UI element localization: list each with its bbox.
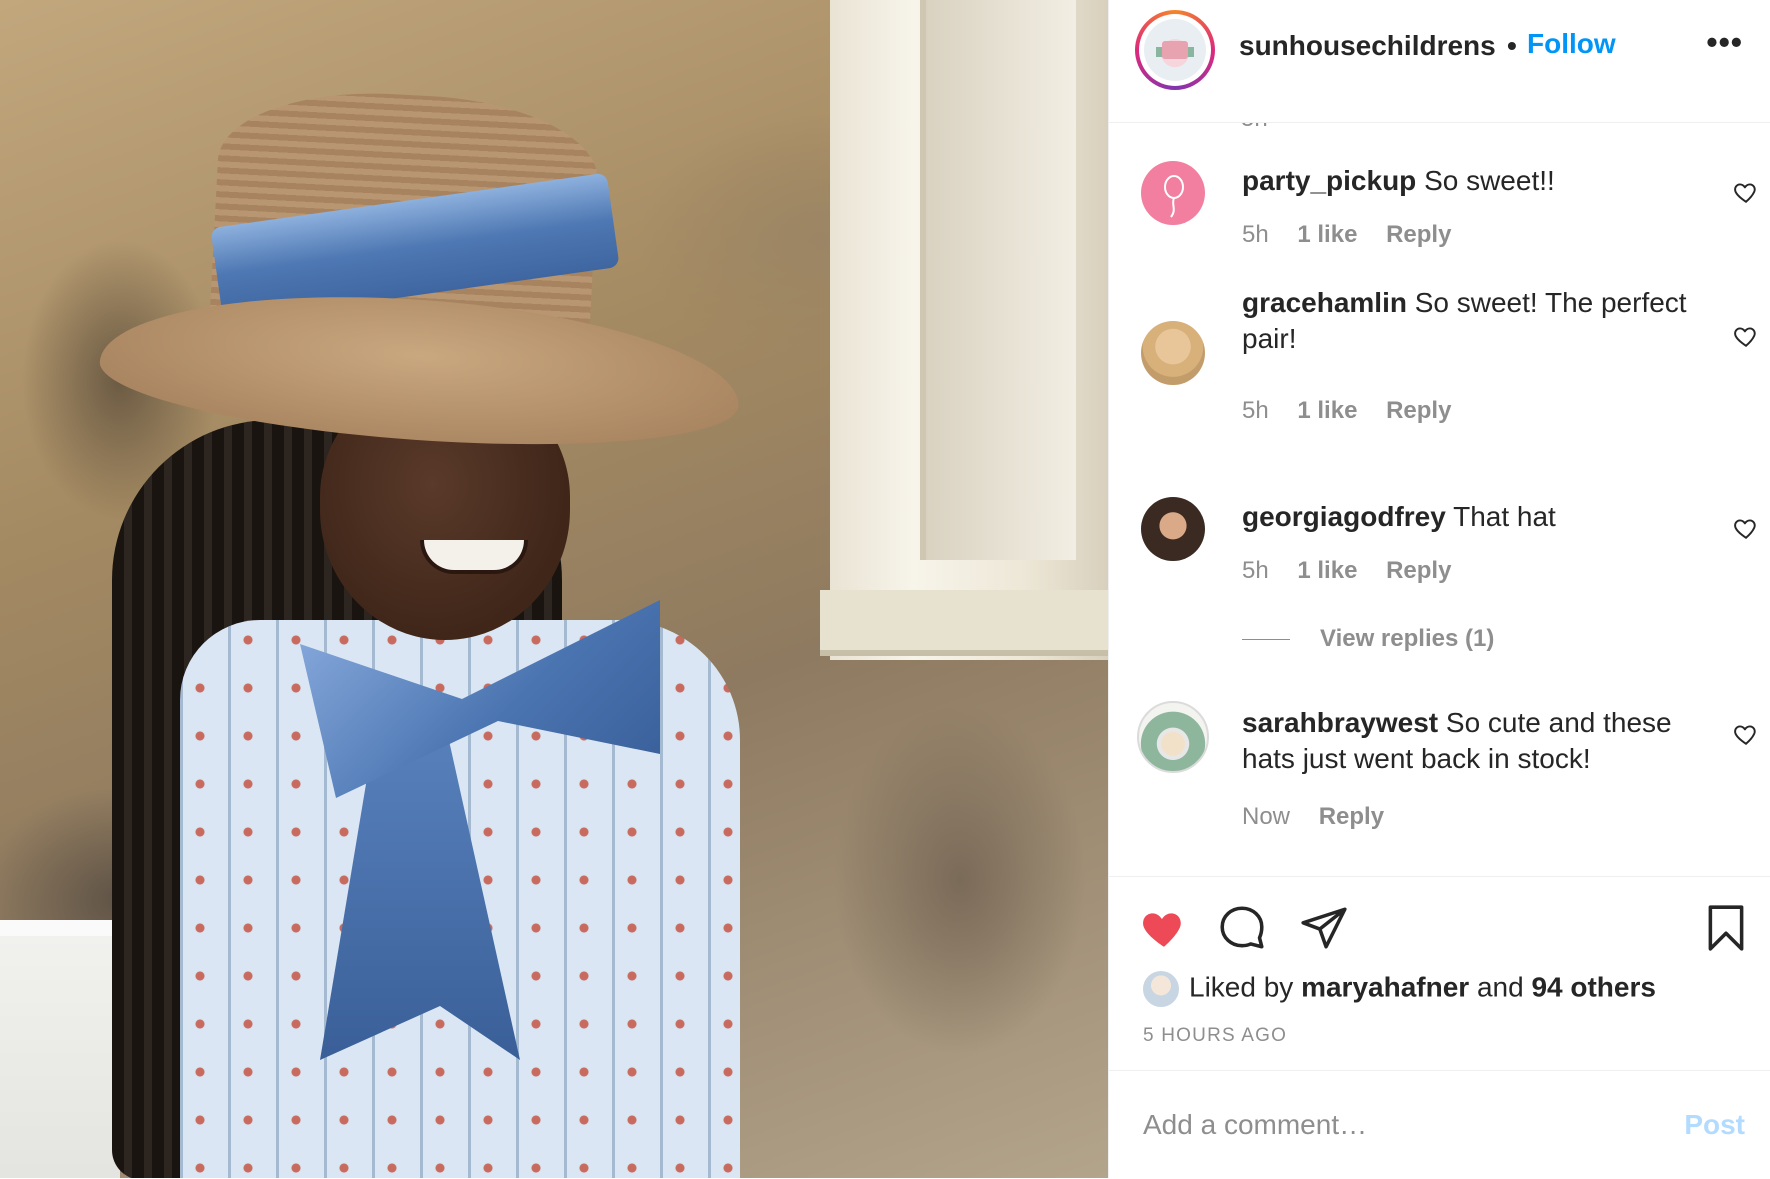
- avatar[interactable]: [1141, 497, 1205, 561]
- separator-dot: •: [1507, 30, 1517, 61]
- comments-list[interactable]: 5h party_pickup So sweet!! 5h 1 like Rep…: [1109, 123, 1770, 873]
- view-replies-label: View replies (1): [1320, 625, 1495, 652]
- comment-meta: 5h 1 like Reply: [1242, 221, 1473, 249]
- comment-username[interactable]: georgiagodfrey: [1242, 501, 1446, 532]
- comment-meta: Now Reply: [1242, 803, 1406, 831]
- comment-time[interactable]: 5h: [1242, 557, 1269, 584]
- post-header: sunhousechildrens • Follow •••: [1109, 0, 1770, 123]
- profile-avatar[interactable]: [1135, 10, 1215, 90]
- replies-divider-line: [1242, 639, 1290, 641]
- post-side-panel: sunhousechildrens • Follow ••• 5h party_…: [1108, 0, 1770, 1178]
- comment-username[interactable]: sarahbraywest: [1242, 707, 1438, 738]
- reply-button[interactable]: Reply: [1386, 221, 1451, 248]
- comment-likes[interactable]: 1 like: [1297, 221, 1357, 248]
- balloon-icon: [1164, 175, 1184, 218]
- comment-time[interactable]: Now: [1242, 803, 1290, 830]
- comment-meta: 5h 1 like Reply: [1242, 397, 1473, 425]
- bookmark-icon[interactable]: [1701, 903, 1751, 953]
- reply-button[interactable]: Reply: [1386, 397, 1451, 424]
- comment-text: That hat: [1453, 501, 1556, 532]
- like-heart-icon[interactable]: [1733, 515, 1759, 541]
- avatar[interactable]: [1141, 161, 1205, 225]
- window-sill: [820, 590, 1108, 656]
- avatar[interactable]: [1141, 321, 1205, 385]
- comment-username[interactable]: gracehamlin: [1242, 287, 1407, 318]
- like-heart-icon[interactable]: [1733, 179, 1759, 205]
- post-actions: Liked by maryahafner and 94 others 5 HOU…: [1109, 876, 1770, 1072]
- smile: [420, 540, 528, 574]
- liked-by-user[interactable]: maryahafner: [1301, 971, 1469, 1002]
- add-comment-bar: Post: [1109, 1070, 1770, 1179]
- straw-hat-brim: [95, 277, 745, 463]
- avatar[interactable]: [1137, 701, 1209, 773]
- share-icon[interactable]: [1299, 903, 1349, 953]
- comment-time[interactable]: 5h: [1242, 221, 1269, 248]
- liked-by-summary: Liked by maryahafner and 94 others: [1141, 969, 1656, 1009]
- comment-time[interactable]: 5h: [1242, 397, 1269, 424]
- like-heart-icon[interactable]: [1733, 721, 1759, 747]
- comment-icon[interactable]: [1217, 903, 1267, 953]
- window-frame: [830, 0, 1108, 660]
- comment-text: So sweet!!: [1424, 165, 1555, 196]
- white-bench: [0, 920, 120, 1178]
- comment-meta: 5h 1 like Reply: [1242, 557, 1473, 585]
- comment-likes[interactable]: 1 like: [1297, 397, 1357, 424]
- heart-filled-icon[interactable]: [1139, 903, 1189, 953]
- reply-button[interactable]: Reply: [1386, 557, 1451, 584]
- reply-button[interactable]: Reply: [1319, 803, 1384, 830]
- liked-by-and: and: [1476, 971, 1524, 1003]
- post-timestamp[interactable]: 5 HOURS AGO: [1143, 1025, 1287, 1047]
- liked-by-prefix: Liked by: [1189, 971, 1294, 1003]
- post-photo[interactable]: [0, 0, 1108, 1178]
- comment-input[interactable]: [1143, 1109, 1623, 1141]
- like-heart-icon[interactable]: [1733, 323, 1759, 349]
- comment-username[interactable]: party_pickup: [1242, 165, 1416, 196]
- clipped-timestamp: 5h: [1241, 123, 1268, 133]
- comment-likes[interactable]: 1 like: [1297, 557, 1357, 584]
- post-button[interactable]: Post: [1684, 1109, 1745, 1141]
- follow-button[interactable]: Follow: [1527, 28, 1616, 60]
- liker-avatar[interactable]: [1141, 969, 1181, 1009]
- view-replies-button[interactable]: View replies (1): [1242, 625, 1494, 653]
- header-username[interactable]: sunhousechildrens: [1239, 30, 1496, 62]
- brand-logo-icon: [1144, 19, 1206, 81]
- liked-by-others[interactable]: 94 others: [1531, 971, 1656, 1002]
- more-options-icon[interactable]: •••: [1706, 26, 1743, 58]
